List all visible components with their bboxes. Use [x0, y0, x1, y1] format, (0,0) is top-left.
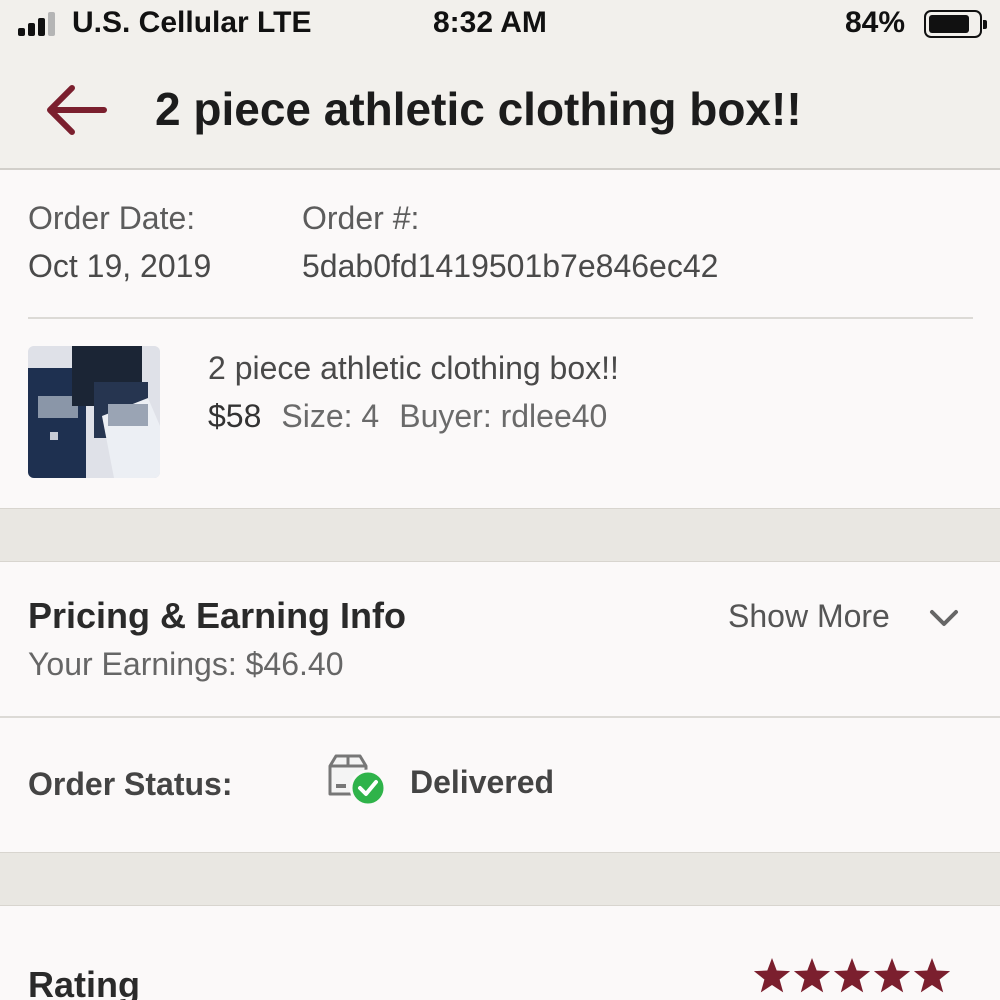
order-number-label: Order #: — [302, 200, 420, 236]
order-date-value: Oct 19, 2019 — [28, 248, 212, 284]
chevron-down-icon[interactable] — [928, 606, 960, 630]
item-buyer: Buyer: rdlee40 — [399, 398, 608, 434]
back-button[interactable] — [42, 82, 108, 138]
star-icon — [753, 958, 791, 993]
rating-label: Rating — [28, 964, 140, 1000]
rating-section: Rating — [0, 906, 1000, 1000]
earnings-text: Your Earnings: $46.40 — [28, 646, 344, 682]
pricing-section: Pricing & Earning Info Your Earnings: $4… — [0, 562, 1000, 718]
page-title: 2 piece athletic clothing box!! — [155, 83, 802, 135]
item-meta: $58 Size: 4 Buyer: rdlee40 — [208, 398, 607, 435]
battery-icon — [924, 10, 987, 38]
order-status-label: Order Status: — [28, 766, 233, 802]
order-status-value: Delivered — [410, 764, 555, 800]
star-icon — [793, 958, 831, 993]
item-thumbnail[interactable] — [28, 346, 160, 478]
clothing-photo — [28, 346, 160, 478]
status-time: 8:32 AM — [433, 6, 547, 39]
status-bar: U.S. Cellular LTE 8:32 AM 84% — [0, 0, 1000, 50]
order-date-label: Order Date: — [28, 200, 196, 236]
divider — [28, 317, 973, 319]
item-price: $58 — [208, 398, 262, 434]
arrow-left-icon — [47, 85, 107, 135]
order-details-section: Order Date: Oct 19, 2019 Order #: 5dab0f… — [0, 170, 1000, 510]
nav-header: 2 piece athletic clothing box!! — [0, 50, 1000, 170]
package-delivered-icon — [328, 754, 387, 807]
order-number-value: 5dab0fd1419501b7e846ec42 — [302, 248, 719, 284]
rating-stars — [753, 958, 951, 993]
battery-percentage: 84% — [845, 6, 906, 39]
show-more-button[interactable]: Show More — [728, 598, 890, 635]
pricing-title: Pricing & Earning Info — [28, 595, 407, 636]
star-icon — [873, 958, 911, 993]
carrier-name: U.S. Cellular LTE — [72, 6, 312, 39]
section-separator — [0, 852, 1000, 906]
section-separator — [0, 508, 1000, 562]
star-icon — [833, 958, 871, 993]
star-icon — [913, 958, 951, 993]
order-status-section: Order Status: Delivered — [0, 718, 1000, 852]
item-size: Size: 4 — [281, 398, 380, 434]
signal-strength-icon — [18, 12, 64, 36]
item-title[interactable]: 2 piece athletic clothing box!! — [208, 350, 619, 387]
